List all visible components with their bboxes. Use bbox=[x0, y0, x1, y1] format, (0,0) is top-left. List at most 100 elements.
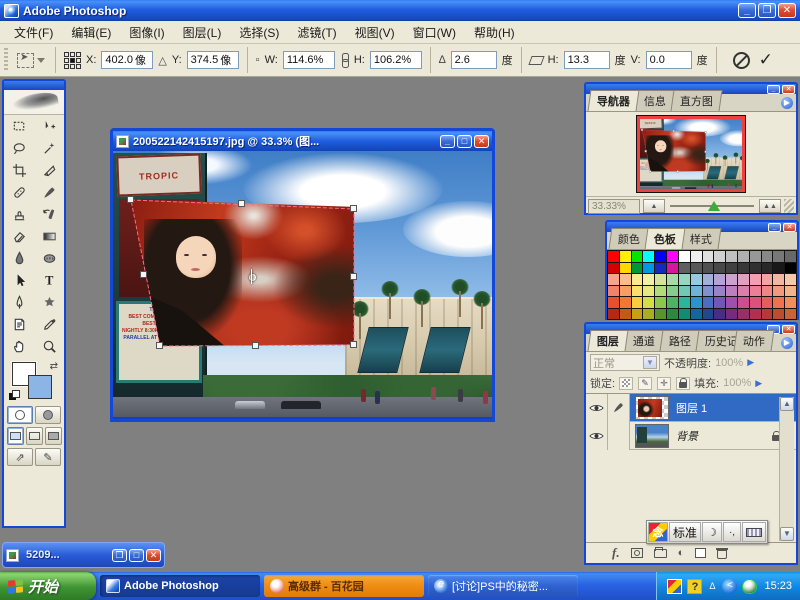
color-swatch[interactable] bbox=[738, 309, 749, 320]
color-swatch[interactable] bbox=[679, 297, 690, 308]
link-dimensions-icon[interactable] bbox=[340, 53, 349, 67]
color-swatch[interactable] bbox=[643, 286, 654, 297]
close-button[interactable]: ✕ bbox=[778, 3, 796, 18]
minimize-button[interactable]: _ bbox=[738, 3, 756, 18]
color-swatch[interactable] bbox=[691, 274, 702, 285]
eyedropper-tool[interactable] bbox=[34, 313, 64, 335]
imageready-icon[interactable]: ✎ bbox=[35, 448, 61, 466]
tab-histogram[interactable]: 直方图 bbox=[671, 90, 723, 111]
color-swatch[interactable] bbox=[738, 251, 749, 262]
tab-actions[interactable]: 动作 bbox=[734, 330, 775, 351]
color-swatch[interactable] bbox=[750, 274, 761, 285]
document-maximize-button[interactable]: □ bbox=[457, 135, 472, 148]
color-swatch[interactable] bbox=[655, 274, 666, 285]
layers-scrollbar[interactable]: ▲ ▼ bbox=[779, 397, 794, 541]
color-swatch[interactable] bbox=[643, 274, 654, 285]
qq-penguin-icon[interactable] bbox=[742, 579, 757, 594]
skew-h-field[interactable]: 13.3 bbox=[564, 51, 610, 69]
taskbar-item-qq-group[interactable]: 高级群 - 百花园 bbox=[264, 575, 424, 597]
halfwidth-moon-icon[interactable]: ☽ bbox=[702, 522, 722, 542]
color-swatch[interactable] bbox=[643, 251, 654, 262]
cancel-transform-button[interactable] bbox=[733, 52, 750, 69]
color-swatch[interactable] bbox=[703, 309, 714, 320]
jump-to-imageready-button[interactable]: ⇗ bbox=[7, 448, 33, 466]
background-color-swatch[interactable] bbox=[28, 375, 52, 399]
color-swatch[interactable] bbox=[738, 286, 749, 297]
soft-keyboard-icon[interactable] bbox=[742, 522, 766, 542]
color-swatch[interactable] bbox=[667, 251, 678, 262]
height-field[interactable]: 106.2% bbox=[370, 51, 422, 69]
color-swatch[interactable] bbox=[785, 297, 796, 308]
ime-icon[interactable]: 念 bbox=[648, 522, 668, 542]
color-swatch[interactable] bbox=[632, 251, 643, 262]
fill-slider-arrow[interactable]: ▶ bbox=[755, 378, 762, 389]
y-field[interactable]: 374.5像 bbox=[187, 51, 239, 69]
path-selection-tool[interactable] bbox=[4, 269, 34, 291]
layer-name[interactable]: 图层 1 bbox=[676, 400, 707, 416]
restore-button[interactable]: ❐ bbox=[112, 549, 127, 562]
color-swatch[interactable] bbox=[632, 297, 643, 308]
color-swatch[interactable] bbox=[620, 263, 631, 274]
notes-tool[interactable] bbox=[4, 313, 34, 335]
color-swatch[interactable] bbox=[691, 286, 702, 297]
quick-mask-button[interactable] bbox=[35, 406, 61, 424]
color-swatch[interactable] bbox=[632, 274, 643, 285]
color-swatch[interactable] bbox=[667, 286, 678, 297]
toolbox-titlebar[interactable] bbox=[4, 81, 64, 90]
color-swatch[interactable] bbox=[608, 251, 619, 262]
color-swatch[interactable] bbox=[620, 297, 631, 308]
color-swatch[interactable] bbox=[762, 309, 773, 320]
color-swatch[interactable] bbox=[714, 286, 725, 297]
color-swatch[interactable] bbox=[655, 286, 666, 297]
default-colors-icon[interactable] bbox=[9, 390, 20, 400]
scroll-up-button[interactable]: ▲ bbox=[780, 397, 794, 411]
color-swatch[interactable] bbox=[620, 251, 631, 262]
rectangular-marquee-tool[interactable] bbox=[4, 115, 34, 137]
color-swatch[interactable] bbox=[667, 263, 678, 274]
document-titlebar[interactable]: 200522142415197.jpg @ 33.3% (图... _ □ ✕ bbox=[113, 131, 492, 151]
color-swatch[interactable] bbox=[643, 297, 654, 308]
layer-row-background[interactable]: 背景 bbox=[586, 422, 796, 450]
reference-point-locator[interactable] bbox=[64, 52, 81, 69]
panel-close-button[interactable]: ✕ bbox=[782, 85, 795, 94]
color-swatch[interactable] bbox=[703, 297, 714, 308]
navigator-thumbnail[interactable]: TROPIC THE C... BEST COMICS BEST CLU BES… bbox=[636, 115, 746, 193]
color-swatch[interactable] bbox=[785, 263, 796, 274]
color-swatch[interactable] bbox=[726, 309, 737, 320]
color-swatch[interactable] bbox=[773, 297, 784, 308]
color-swatch[interactable] bbox=[785, 309, 796, 320]
custom-shape-tool[interactable] bbox=[34, 291, 64, 313]
transform-handle-bottom-left[interactable] bbox=[156, 342, 163, 349]
color-swatch[interactable] bbox=[726, 263, 737, 274]
minimized-document-window[interactable]: 5209... ❐ □ ✕ bbox=[2, 542, 165, 568]
brush-tool[interactable] bbox=[34, 181, 64, 203]
delete-layer-button[interactable] bbox=[717, 547, 727, 559]
start-button[interactable]: 开始 bbox=[0, 572, 96, 600]
color-swatch[interactable] bbox=[667, 309, 678, 320]
color-swatch[interactable] bbox=[785, 274, 796, 285]
slice-tool[interactable] bbox=[34, 159, 64, 181]
transform-layer-image[interactable] bbox=[131, 198, 354, 346]
color-swatch[interactable] bbox=[608, 263, 619, 274]
add-layer-mask-button[interactable] bbox=[631, 548, 643, 558]
color-swatch[interactable] bbox=[714, 297, 725, 308]
color-swatch[interactable] bbox=[738, 274, 749, 285]
color-swatch[interactable] bbox=[679, 286, 690, 297]
color-swatch[interactable] bbox=[750, 286, 761, 297]
panel-menu-button[interactable]: ▶ bbox=[781, 97, 793, 109]
transform-handle-right[interactable] bbox=[350, 273, 357, 280]
color-swatch[interactable] bbox=[762, 297, 773, 308]
zoom-level-field[interactable]: 33.33% bbox=[588, 199, 640, 214]
color-swatch[interactable] bbox=[762, 274, 773, 285]
color-swatch[interactable] bbox=[785, 286, 796, 297]
taskbar-item-photoshop[interactable]: Adobe Photoshop bbox=[100, 575, 260, 597]
layer-style-button[interactable]: f. bbox=[612, 545, 620, 561]
color-swatch[interactable] bbox=[691, 309, 702, 320]
punctuation-icon[interactable]: ·, bbox=[723, 522, 741, 542]
color-swatch[interactable] bbox=[608, 274, 619, 285]
menu-item[interactable]: 视图(V) bbox=[347, 21, 403, 44]
width-field[interactable]: 114.6% bbox=[283, 51, 335, 69]
healing-brush-tool[interactable] bbox=[4, 181, 34, 203]
color-swatch[interactable] bbox=[785, 251, 796, 262]
color-swatch[interactable] bbox=[703, 286, 714, 297]
